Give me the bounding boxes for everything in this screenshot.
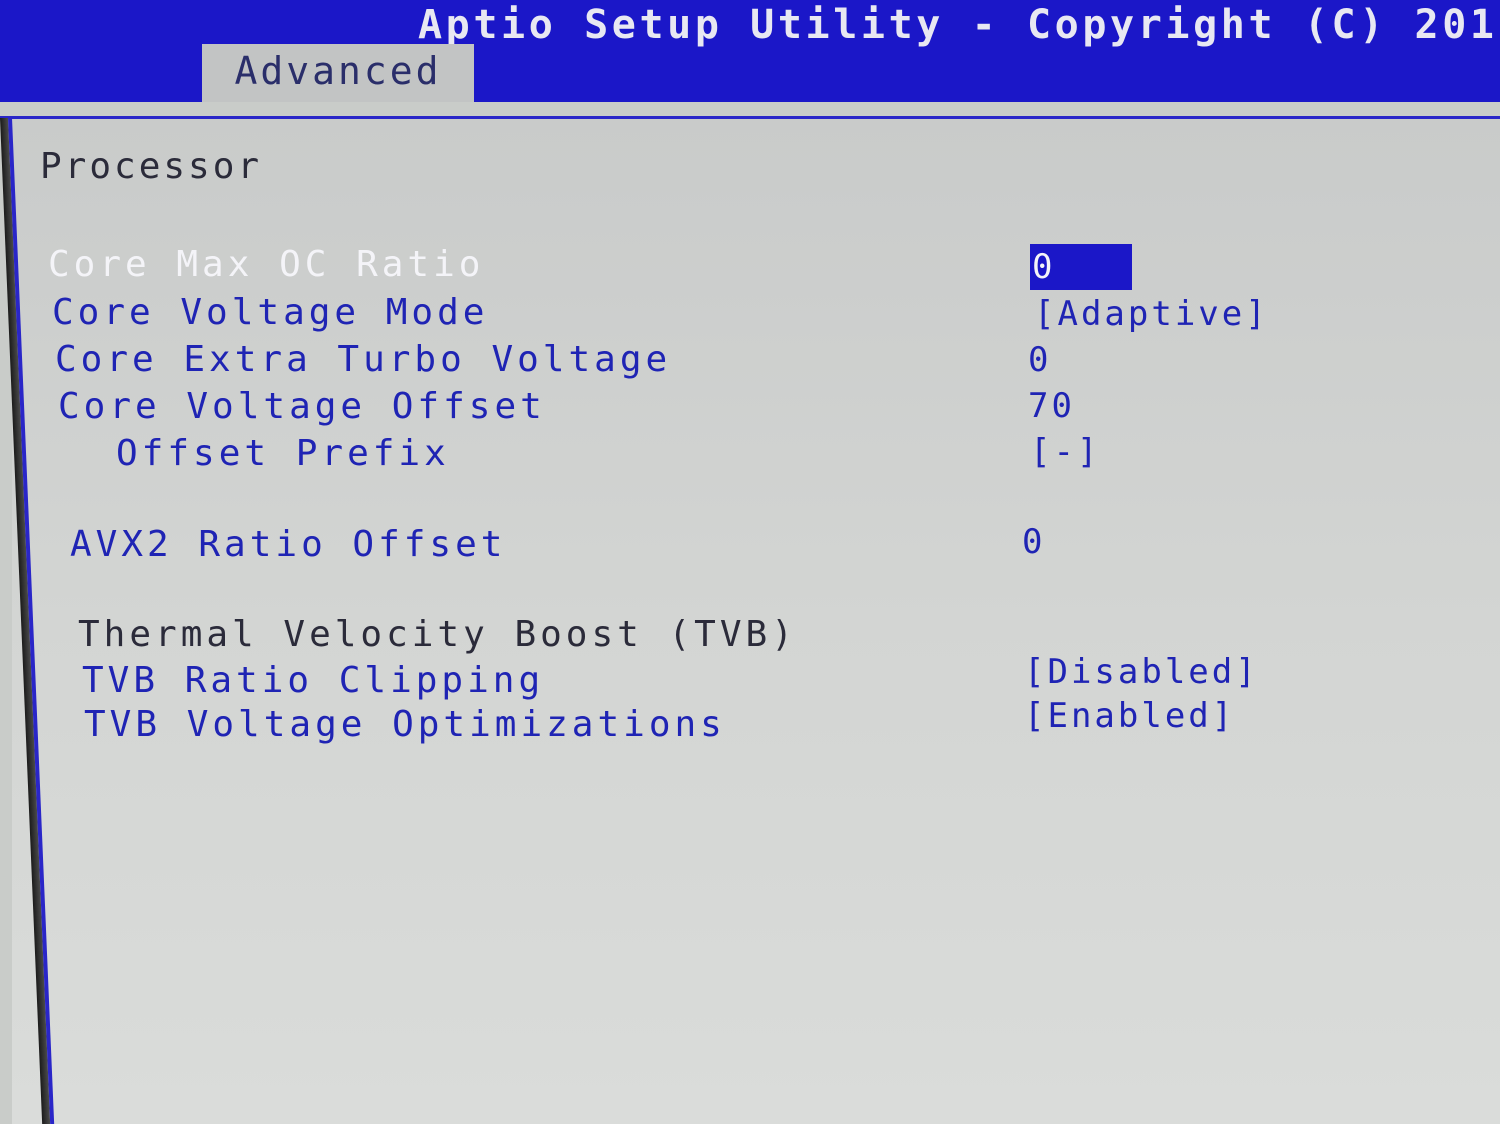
- avx2-ratio-offset-value[interactable]: 0: [1022, 522, 1045, 562]
- core-voltage-offset-value[interactable]: 70: [1028, 386, 1075, 426]
- setting-label-core-voltage-mode[interactable]: Core Voltage Mode: [52, 292, 488, 333]
- setting-label-tvb-ratio-clipping[interactable]: TVB Ratio Clipping: [82, 660, 544, 701]
- offset-prefix-select[interactable]: [-]: [1030, 432, 1100, 472]
- setting-label-core-voltage-offset[interactable]: Core Voltage Offset: [58, 386, 546, 427]
- setting-label-core-extra-turbo-voltage[interactable]: Core Extra Turbo Voltage: [55, 339, 671, 380]
- app-title: Aptio Setup Utility - Copyright (C) 2018: [418, 2, 1500, 48]
- page-title: Processor: [40, 146, 263, 187]
- tvb-group-heading: Thermal Velocity Boost (TVB): [78, 614, 797, 655]
- setting-label-avx2-ratio-offset[interactable]: AVX2 Ratio Offset: [70, 524, 506, 565]
- setting-label-tvb-voltage-optimizations[interactable]: TVB Voltage Optimizations: [84, 704, 726, 745]
- core-max-oc-ratio-input[interactable]: 0: [1030, 244, 1132, 290]
- setting-label-offset-prefix[interactable]: Offset Prefix: [116, 433, 450, 474]
- setting-label-core-max-oc-ratio[interactable]: Core Max OC Ratio: [48, 244, 484, 285]
- core-extra-turbo-voltage-value[interactable]: 0: [1028, 340, 1051, 380]
- tvb-ratio-clipping-select[interactable]: [Disabled]: [1024, 652, 1259, 692]
- tab-advanced[interactable]: Advanced: [202, 44, 474, 102]
- core-voltage-mode-select[interactable]: [Adaptive]: [1034, 294, 1269, 334]
- tvb-voltage-optimizations-select[interactable]: [Enabled]: [1024, 696, 1235, 736]
